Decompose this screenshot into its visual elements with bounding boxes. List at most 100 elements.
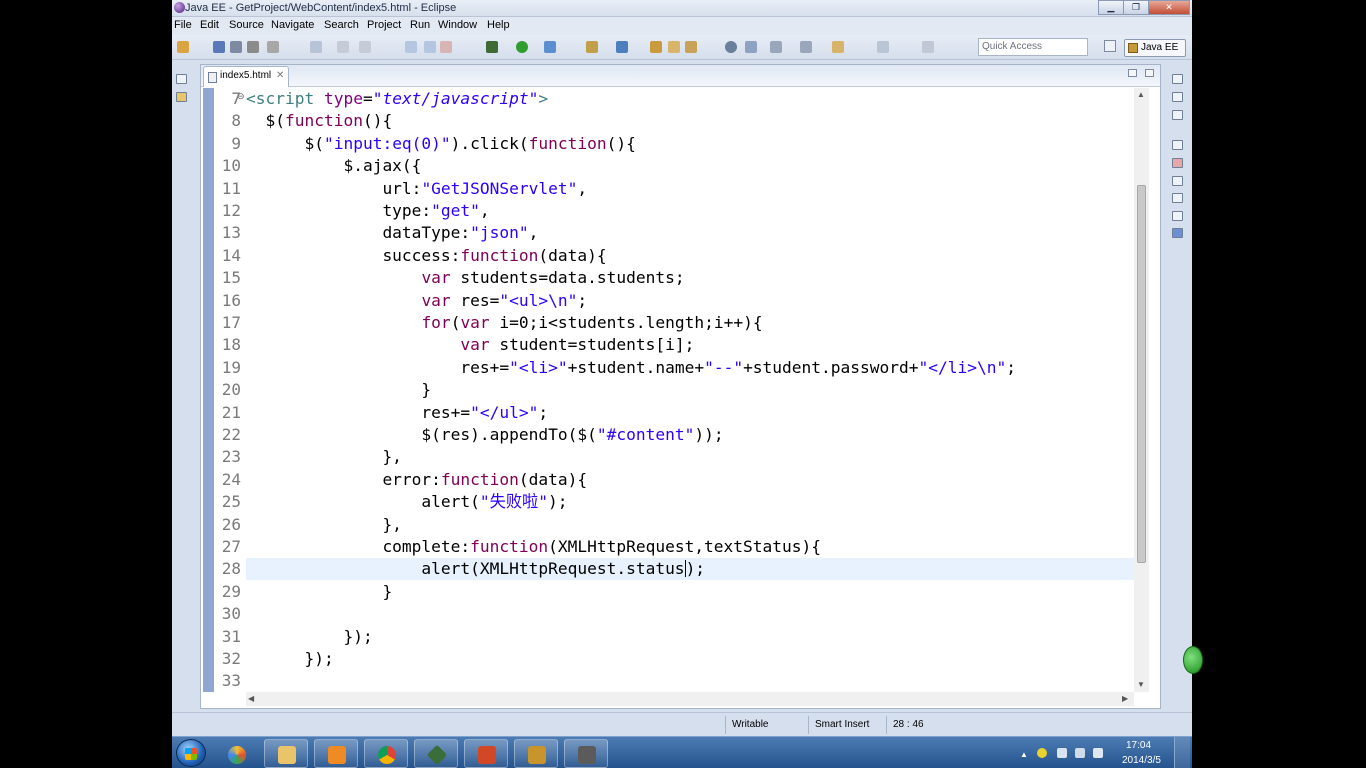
- code-line[interactable]: });: [246, 626, 372, 648]
- code-line[interactable]: var students=data.students;: [246, 267, 684, 289]
- terminate-icon[interactable]: [440, 41, 452, 53]
- code-line[interactable]: }: [246, 581, 392, 603]
- fold-collapse-icon[interactable]: ⊖: [237, 91, 245, 102]
- code-line[interactable]: success:function(data){: [246, 245, 606, 267]
- task-list-icon[interactable]: [1172, 110, 1183, 120]
- restore-bottom-icon[interactable]: [1172, 140, 1183, 150]
- code-line[interactable]: $(res).appendTo($("#content"));: [246, 424, 723, 446]
- start-button[interactable]: [176, 739, 206, 767]
- menu-window[interactable]: Window: [438, 19, 477, 31]
- back-icon[interactable]: [832, 41, 844, 53]
- scroll-up-icon[interactable]: ▲: [1137, 90, 1145, 99]
- tray-expand-icon[interactable]: ▲: [1020, 750, 1028, 759]
- code-line[interactable]: res+="</ul>";: [246, 402, 548, 424]
- code-line[interactable]: url:"GetJSONServlet",: [246, 178, 587, 200]
- forward-icon[interactable]: [877, 41, 889, 53]
- restore-right-icon[interactable]: [1172, 74, 1183, 84]
- close-tab-icon[interactable]: ✕: [276, 70, 284, 81]
- vertical-scrollbar[interactable]: ▲ ▼: [1134, 88, 1149, 692]
- code-line[interactable]: },: [246, 514, 402, 536]
- code-line[interactable]: },: [246, 446, 402, 468]
- code-line[interactable]: alert(XMLHttpRequest.status);: [246, 558, 705, 580]
- redo-icon[interactable]: [359, 41, 371, 53]
- coverage-icon[interactable]: [544, 41, 556, 53]
- close-button[interactable]: ✕: [1148, 0, 1190, 15]
- code-line[interactable]: res+="<li>"+student.name+"--"+student.pa…: [246, 357, 1016, 379]
- taskbar-chrome[interactable]: [364, 739, 408, 768]
- toggle-mark-icon[interactable]: [310, 41, 322, 53]
- restore-icon[interactable]: [176, 74, 187, 84]
- run-icon[interactable]: [516, 41, 528, 53]
- scroll-down-icon[interactable]: ▼: [1137, 680, 1145, 689]
- data-source-icon[interactable]: [1172, 211, 1183, 221]
- project-explorer-icon[interactable]: [176, 92, 187, 102]
- code-line[interactable]: $(function(){: [246, 110, 392, 132]
- code-line[interactable]: complete:function(XMLHttpRequest,textSta…: [246, 536, 821, 558]
- clock-time[interactable]: 17:04: [1126, 740, 1151, 751]
- clock-date[interactable]: 2014/3/5: [1122, 755, 1161, 766]
- annotation-icon[interactable]: [745, 41, 757, 53]
- minimize-button[interactable]: ▁: [1098, 0, 1124, 15]
- floating-widget-icon[interactable]: [1183, 646, 1203, 674]
- taskbar-app-1[interactable]: [214, 739, 258, 768]
- overview-ruler[interactable]: [1149, 88, 1160, 692]
- code-line[interactable]: var res="<ul>\n";: [246, 290, 587, 312]
- debug-icon[interactable]: [486, 41, 498, 53]
- code-line[interactable]: <script type="text/javascript">: [246, 88, 548, 110]
- open-type-icon[interactable]: [650, 41, 662, 53]
- outline-icon[interactable]: [1172, 92, 1183, 102]
- new-icon[interactable]: [177, 41, 189, 53]
- suspend-icon[interactable]: [424, 41, 436, 53]
- properties-icon[interactable]: [1172, 176, 1183, 186]
- taskbar-explorer[interactable]: [264, 739, 308, 768]
- code-line[interactable]: error:function(data){: [246, 469, 587, 491]
- code-line[interactable]: type:"get",: [246, 200, 489, 222]
- menu-run[interactable]: Run: [410, 19, 430, 31]
- save-all-icon[interactable]: [230, 41, 242, 53]
- open-perspective-icon[interactable]: [1104, 40, 1116, 52]
- save-icon[interactable]: [213, 41, 225, 53]
- code-line[interactable]: });: [246, 648, 333, 670]
- menu-search[interactable]: Search: [324, 19, 359, 31]
- taskbar-app-7[interactable]: [514, 739, 558, 768]
- menu-edit[interactable]: Edit: [200, 19, 219, 31]
- scroll-left-icon[interactable]: ◀: [248, 694, 254, 703]
- code-line[interactable]: var student=students[i];: [246, 334, 694, 356]
- code-line[interactable]: alert("失败啦");: [246, 491, 567, 513]
- action-center-icon[interactable]: [1057, 748, 1067, 758]
- open-resource-icon[interactable]: [668, 41, 680, 53]
- horizontal-scrollbar[interactable]: ◀ ▶: [246, 692, 1134, 706]
- taskbar-eclipse[interactable]: [564, 739, 608, 768]
- taskbar-powerpoint[interactable]: [464, 739, 508, 768]
- code-line[interactable]: $.ajax({: [246, 155, 421, 177]
- menu-source[interactable]: Source: [229, 19, 264, 31]
- print-icon[interactable]: [247, 41, 259, 53]
- taskbar-media[interactable]: [314, 739, 358, 768]
- menu-file[interactable]: File: [174, 19, 192, 31]
- perspective-java-ee[interactable]: Java EE: [1124, 39, 1186, 57]
- maximize-editor-icon[interactable]: [1145, 69, 1154, 77]
- next-annotation-icon[interactable]: [800, 41, 812, 53]
- quick-access-field[interactable]: Quick Access: [978, 38, 1088, 56]
- tray-app-icon[interactable]: [1037, 748, 1047, 758]
- pin-editor-icon[interactable]: [922, 41, 934, 53]
- console-icon[interactable]: [1172, 228, 1183, 238]
- taskbar-app-5[interactable]: [414, 739, 458, 768]
- show-desktop-button[interactable]: [1174, 737, 1190, 768]
- server-icon[interactable]: [586, 41, 598, 53]
- step-icon[interactable]: [405, 41, 417, 53]
- code-line[interactable]: for(var i=0;i<students.length;i++){: [246, 312, 762, 334]
- code-line[interactable]: $("input:eq(0)").click(function(){: [246, 133, 635, 155]
- servers-icon[interactable]: [1172, 193, 1183, 203]
- markers-icon[interactable]: [1172, 158, 1183, 168]
- undo-icon[interactable]: [337, 41, 349, 53]
- menu-navigate[interactable]: Navigate: [271, 19, 314, 31]
- menu-project[interactable]: Project: [367, 19, 401, 31]
- code-text-area[interactable]: <script type="text/javascript"> $(functi…: [246, 88, 1134, 692]
- editor-tab-index5[interactable]: index5.html ✕: [203, 66, 289, 87]
- search-icon[interactable]: [685, 41, 697, 53]
- network-icon[interactable]: [1075, 748, 1085, 758]
- code-line[interactable]: }: [246, 379, 431, 401]
- pin-icon[interactable]: [770, 41, 782, 53]
- maximize-button[interactable]: ❐: [1123, 0, 1149, 15]
